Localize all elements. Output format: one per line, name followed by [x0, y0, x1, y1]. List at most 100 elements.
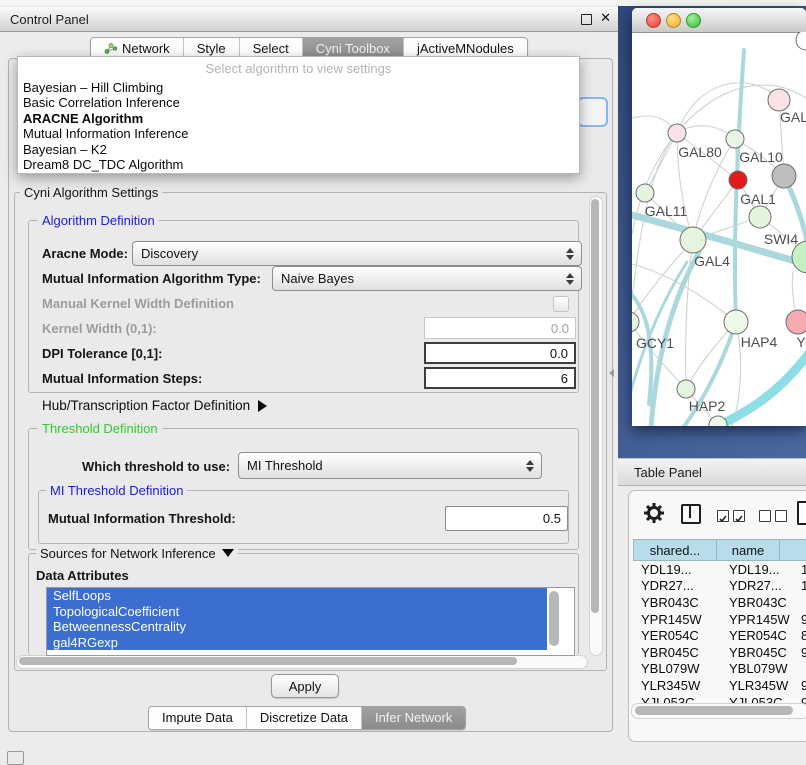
minimized-panel-icon[interactable]	[7, 751, 24, 765]
network-node-y[interactable]	[786, 310, 806, 334]
table-cell: YDL19...	[723, 561, 791, 578]
mi-steps-field[interactable]: 6	[424, 367, 576, 389]
table-hscrollbar-thumb[interactable]	[635, 706, 793, 715]
threshold-definition-title: Threshold Definition	[38, 421, 162, 436]
table-cell: YPR145W	[723, 611, 791, 628]
table-row[interactable]: YDL19...YDL19...13	[633, 561, 806, 578]
network-node-gal1[interactable]	[749, 206, 771, 228]
settings-vscrollbar[interactable]	[589, 196, 603, 656]
sources-group-title[interactable]: Sources for Network Inference	[36, 546, 238, 561]
network-node-gal11[interactable]	[636, 184, 654, 202]
table-hscrollbar[interactable]	[631, 703, 806, 719]
mi-threshold-field[interactable]: 0.5	[445, 506, 568, 531]
minimize-traffic-light-icon[interactable]	[666, 13, 681, 28]
network-node-gal[interactable]	[768, 89, 790, 111]
new-table-page-icon[interactable]	[797, 501, 806, 525]
table-settings-gear-icon[interactable]	[643, 502, 665, 529]
deselect-all-columns-icon[interactable]	[759, 510, 787, 522]
algorithm-option-basic-correlation-inference[interactable]: Basic Correlation Inference	[18, 95, 579, 110]
network-node-hap2[interactable]	[677, 380, 695, 398]
network-node-gcy1[interactable]	[632, 312, 639, 332]
zoom-traffic-light-icon[interactable]	[686, 13, 701, 28]
attr-list-scrollbar-thumb[interactable]	[549, 591, 559, 646]
float-window-icon[interactable]	[581, 14, 592, 25]
select-all-columns-icon[interactable]	[717, 510, 745, 522]
node-label-gal: GAL	[780, 109, 806, 125]
table-cell	[791, 661, 806, 678]
network-node-gal4[interactable]	[680, 227, 706, 253]
attribute-item-gal4rgexp[interactable]: gal4RGexp	[47, 635, 547, 651]
network-canvas[interactable]: GALGAL80GAL10GAL11GAL1GAL4SWI4GCY1HAP4YH…	[632, 32, 806, 426]
table-cell: YLR345W	[723, 677, 791, 694]
splitter-collapse-arrow-icon[interactable]	[609, 369, 614, 377]
table-cell: YBR043C	[633, 594, 723, 611]
split-columns-icon[interactable]	[681, 504, 701, 524]
mi-type-dropdown[interactable]: Naive Bayes	[272, 266, 582, 291]
spinner-arrows-icon	[566, 248, 574, 260]
table-row[interactable]: YBL079WYBL079W	[633, 661, 806, 678]
panel-title: Control Panel	[10, 12, 89, 27]
tab-impute-data[interactable]: Impute Data	[149, 707, 247, 729]
network-window-titlebar[interactable]	[632, 8, 806, 33]
hub-definition-label: Hub/Transcription Factor Definition	[42, 398, 250, 413]
network-node-gal10[interactable]	[726, 130, 744, 148]
kernel-width-label: Kernel Width (0,1):	[42, 321, 157, 336]
sources-title-label: Sources for Network Inference	[40, 546, 216, 561]
column-header-1[interactable]: shared...	[633, 539, 716, 561]
column-header-3[interactable]: A	[779, 539, 806, 561]
settings-vscrollbar-thumb[interactable]	[591, 199, 599, 613]
network-node[interactable]	[796, 32, 806, 50]
table-panel-title: Table Panel	[634, 465, 702, 480]
node-label-gal1: GAL1	[740, 191, 776, 207]
mi-threshold-group-title: MI Threshold Definition	[46, 483, 187, 498]
settings-hscrollbar-thumb[interactable]	[19, 657, 517, 665]
settings-hscrollbar[interactable]	[16, 655, 588, 669]
attribute-item-topologicalcoefficient[interactable]: TopologicalCoefficient	[47, 604, 547, 620]
table-cell	[791, 594, 806, 611]
aracne-mode-dropdown[interactable]: Discovery	[132, 241, 582, 266]
network-node[interactable]	[729, 171, 747, 189]
column-header-2[interactable]: name	[716, 539, 779, 561]
network-icon	[104, 43, 117, 55]
table-row[interactable]: YDR27...YDR27...12	[633, 578, 806, 595]
attribute-item-betweennesscentrality[interactable]: BetweennessCentrality	[47, 619, 547, 635]
popup-placeholder: Select algorithm to view settings	[18, 57, 579, 80]
table-cell: YBL079W	[723, 661, 791, 678]
table-panel-card: shared...nameA YDL19...YDL19...13YDR27..…	[628, 490, 806, 742]
table-row[interactable]: YBR045CYBR045C9.	[633, 644, 806, 661]
node-label-gal80: GAL80	[678, 144, 722, 160]
network-node[interactable]	[772, 164, 796, 188]
node-label-swi4: SWI4	[764, 231, 798, 247]
apply-button[interactable]: Apply	[271, 674, 339, 698]
dpi-tolerance-field[interactable]: 0.0	[424, 342, 576, 364]
table-row[interactable]: YPR145WYPR145W9.	[633, 611, 806, 628]
algorithm-option-aracne-algorithm[interactable]: ARACNE Algorithm	[18, 111, 579, 126]
network-node-hap4[interactable]	[724, 310, 748, 334]
spinner-arrows-icon	[566, 273, 574, 285]
close-icon[interactable]: ✕	[600, 10, 611, 26]
network-node-gal80[interactable]	[668, 124, 686, 142]
table-row[interactable]: YLR345WYLR345W9.	[633, 677, 806, 694]
table-panel-titlebar: Table Panel	[618, 458, 806, 486]
tab-discretize-data[interactable]: Discretize Data	[247, 707, 362, 729]
table-cell: 8.	[791, 627, 806, 644]
hub-definition-toggle[interactable]: Hub/Transcription Factor Definition	[42, 398, 267, 413]
which-threshold-dropdown[interactable]: MI Threshold	[238, 452, 542, 479]
manual-kernel-checkbox[interactable]	[553, 296, 569, 312]
algorithm-option-dream8-dc-tdc-algorithm[interactable]: Dream8 DC_TDC Algorithm	[18, 157, 579, 172]
algorithm-combobox-partial[interactable]	[577, 97, 608, 127]
kernel-width-field[interactable]: 0.0	[424, 317, 576, 339]
tab-infer-network[interactable]: Infer Network	[362, 707, 465, 729]
table-row[interactable]: YBR043CYBR043C	[633, 594, 806, 611]
tab-label: Impute Data	[162, 707, 233, 729]
algorithm-option-bayesian-hill-climbing[interactable]: Bayesian – Hill Climbing	[18, 80, 579, 95]
algorithm-option-mutual-information-inference[interactable]: Mutual Information Inference	[18, 126, 579, 141]
table-cell: YLR345W	[633, 677, 723, 694]
algorithm-option-bayesian-k2[interactable]: Bayesian – K2	[18, 142, 579, 157]
close-traffic-light-icon[interactable]	[646, 13, 661, 28]
which-threshold-label: Which threshold to use:	[82, 459, 230, 474]
node-label-gal11: GAL11	[645, 203, 688, 219]
aracne-mode-value: Discovery	[141, 246, 198, 261]
table-row[interactable]: YER054CYER054C8.	[633, 627, 806, 644]
attribute-item-selfloops[interactable]: SelfLoops	[47, 588, 547, 604]
